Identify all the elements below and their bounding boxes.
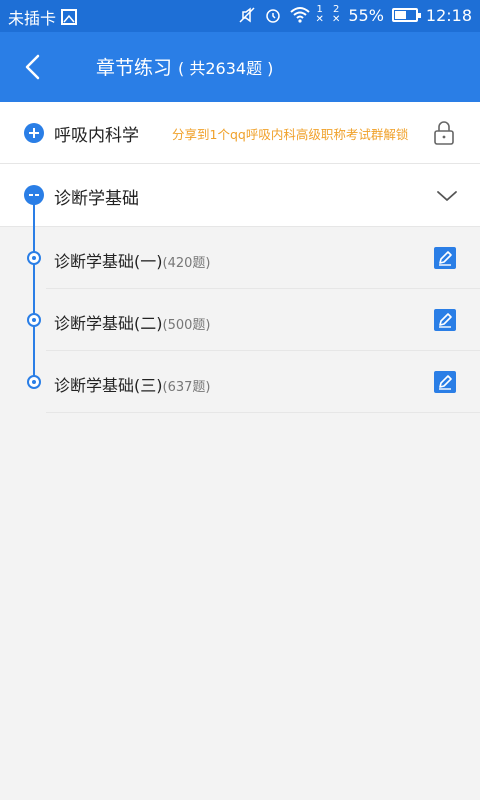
page-title-text: 章节练习 [96, 57, 173, 79]
timeline-dot [27, 251, 41, 265]
timeline-dot [27, 313, 41, 327]
list-item-label: 诊断学基础(二)(500题) [54, 310, 210, 334]
list-item-title: 诊断学基础(二) [54, 314, 163, 333]
list-item-count: (420题) [162, 256, 211, 271]
list-item-title: 诊断学基础(三) [54, 376, 163, 395]
battery-percent: 55% [348, 5, 384, 25]
timeline-dot [27, 375, 41, 389]
share-unlock-note[interactable]: 分享到1个qq呼吸内科高级职称考试群解锁 [172, 124, 408, 143]
list-item-label: 诊断学基础(一)(420题) [54, 248, 210, 272]
divider [46, 412, 480, 413]
plus-circle-icon[interactable] [24, 123, 44, 143]
status-bar-left: 未插卡 [8, 5, 78, 29]
sim1-indicator: 1 ✕ [315, 4, 324, 25]
battery-icon [391, 8, 421, 22]
pencil-icon[interactable] [434, 371, 456, 393]
page-title-count: ( 共2634题 ) [178, 59, 274, 78]
status-bar-right: 1 ✕ 2 ✕ 55% 12:18 [238, 5, 472, 25]
status-bar: 未插卡 1 ✕ 2 ✕ 55% 12:18 [0, 0, 480, 32]
list-item-count: (500题) [162, 318, 211, 333]
chevron-down-icon[interactable] [436, 188, 458, 202]
battery-fill [394, 11, 406, 19]
list-item[interactable]: 诊断学基础(三)(637题) [0, 351, 480, 413]
app-header: 章节练习 ( 共2634题 ) [0, 32, 480, 102]
chapter-title: 诊断学基础 [54, 189, 139, 209]
pencil-icon[interactable] [434, 247, 456, 269]
pencil-icon[interactable] [434, 309, 456, 331]
chapter-row[interactable]: 诊断学基础 [0, 164, 480, 227]
list-item-title: 诊断学基础(一) [54, 252, 163, 271]
subject-title: 呼吸内科学 [54, 126, 139, 146]
mute-icon [238, 6, 256, 24]
list-item-count: (637题) [162, 380, 211, 395]
list-item[interactable]: 诊断学基础(二)(500题) [0, 289, 480, 351]
page-title: 章节练习 ( 共2634题 ) [96, 53, 273, 80]
subject-row[interactable]: 呼吸内科学 分享到1个qq呼吸内科高级职称考试群解锁 [0, 102, 480, 164]
sim1-number: 1 [316, 4, 323, 15]
alarm-icon [264, 6, 282, 24]
list-item[interactable]: 诊断学基础(一)(420题) [0, 227, 480, 289]
list-item-label: 诊断学基础(三)(637题) [54, 372, 210, 396]
lock-icon[interactable] [432, 120, 456, 146]
chevron-left-icon [25, 54, 40, 80]
wifi-icon [289, 6, 310, 24]
image-icon [60, 8, 78, 26]
sim2-number: 2 [332, 4, 340, 15]
back-button[interactable] [14, 49, 54, 85]
sim2-indicator: 2 ✕ [331, 4, 341, 25]
clock: 12:18 [425, 5, 472, 25]
carrier-label: 未插卡 [8, 9, 57, 28]
